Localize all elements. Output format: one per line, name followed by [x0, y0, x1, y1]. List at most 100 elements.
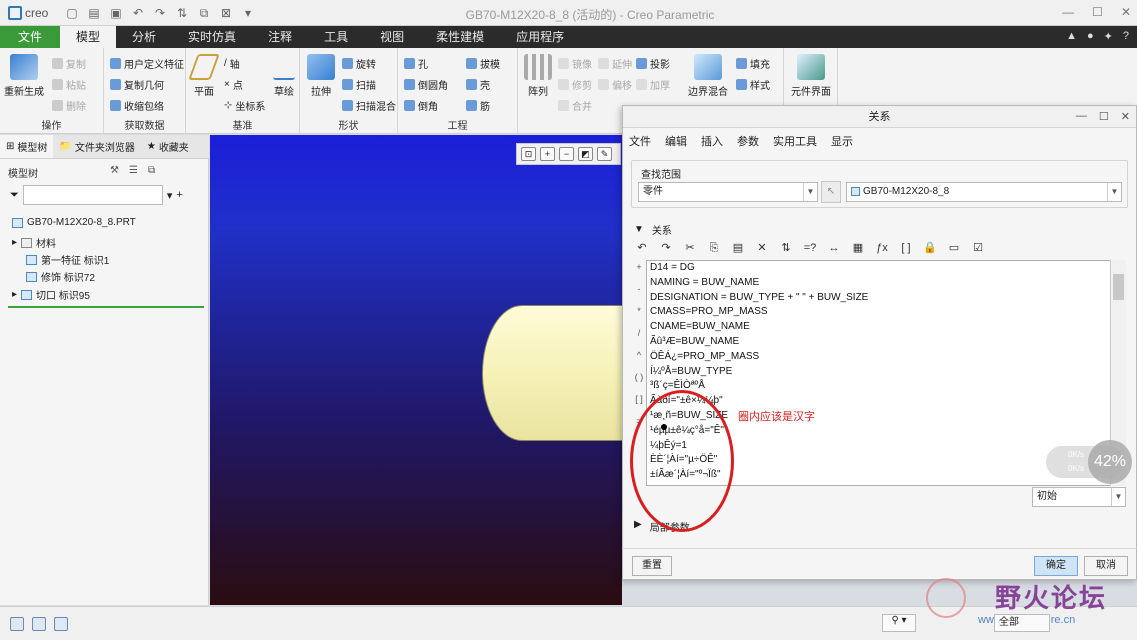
copy-geometry-button[interactable]: 复制几何 — [110, 77, 164, 92]
find-button[interactable]: ⚲ ▾ — [882, 614, 916, 632]
op-minus[interactable]: - — [634, 284, 644, 294]
cut-icon[interactable]: ✂ — [682, 240, 698, 256]
tab-model[interactable]: 模型 — [60, 26, 117, 48]
selection-filter-select[interactable]: 全部 — [994, 614, 1050, 632]
user-feature-button[interactable]: 用户定义特征 — [110, 56, 184, 71]
op-plus[interactable]: + — [634, 262, 644, 272]
tab-analysis[interactable]: 分析 — [116, 26, 172, 48]
expand-icon[interactable]: ▸ — [12, 289, 17, 300]
undo-icon[interactable]: ↶ — [130, 6, 146, 20]
tab-tools[interactable]: 工具 — [308, 26, 364, 48]
tree-item-root[interactable]: GB70-M12X20-8_8.PRT — [12, 217, 136, 228]
scope-type-select[interactable]: 零件 ▼ — [638, 182, 818, 202]
parameter-icon[interactable]: [ ] — [898, 240, 914, 256]
reset-button[interactable]: 重置 — [632, 556, 672, 576]
op-parens[interactable]: ( ) — [634, 372, 644, 382]
add-icon[interactable]: + — [176, 189, 182, 201]
axis-button[interactable]: / 轴 — [224, 56, 240, 71]
sketch-button[interactable]: 草绘 — [270, 54, 298, 98]
select-model-button[interactable]: ↖ — [821, 181, 841, 203]
revolve-button[interactable]: 旋转 — [342, 56, 376, 71]
funnel-icon[interactable]: ⏷ — [10, 189, 19, 202]
help-icon[interactable]: ? — [1123, 30, 1129, 43]
shrinkwrap-button[interactable]: 收缩包络 — [110, 98, 164, 113]
shell-button[interactable]: 壳 — [466, 77, 490, 92]
collapse-ribbon-icon[interactable]: ▲ — [1066, 30, 1077, 43]
tab-flexible-modeling[interactable]: 柔性建模 — [420, 26, 500, 48]
op-divide[interactable]: / — [634, 328, 644, 338]
menu-utilities[interactable]: 实用工具 — [773, 133, 817, 149]
swept-blend-button[interactable]: 扫描混合 — [342, 98, 396, 113]
copy-icon[interactable]: ⎘ — [706, 240, 722, 256]
check-icon[interactable]: ☑ — [970, 240, 986, 256]
dropdown-icon[interactable]: ▾ — [167, 189, 173, 202]
expand-icon[interactable]: ▸ — [12, 237, 17, 248]
close-icon[interactable]: ✕ — [1121, 5, 1131, 19]
repaint-icon[interactable]: ◩ — [578, 147, 593, 161]
zoom-out-icon[interactable]: − — [559, 147, 574, 161]
dialog-minimize-icon[interactable]: — — [1076, 110, 1087, 123]
menu-insert[interactable]: 插入 — [701, 133, 723, 149]
net-speed-percent[interactable]: 42% — [1088, 440, 1132, 484]
op-multiply[interactable]: * — [634, 306, 644, 316]
menu-edit[interactable]: 编辑 — [665, 133, 687, 149]
user-icon[interactable]: ● — [1087, 30, 1094, 43]
offset-button[interactable]: 偏移 — [598, 77, 632, 92]
menu-show[interactable]: 显示 — [831, 133, 853, 149]
cylinder-model[interactable] — [482, 305, 622, 441]
delete-button[interactable]: 删除 — [52, 98, 86, 113]
measure-icon[interactable]: ↔ — [826, 240, 842, 256]
tree-show-icon[interactable]: ☰ — [129, 165, 138, 176]
menu-file[interactable]: 文件 — [629, 133, 651, 149]
graphics-viewport[interactable] — [210, 135, 622, 605]
extend-button[interactable]: 延伸 — [598, 56, 632, 71]
tree-settings-icon[interactable]: ⚒ — [110, 165, 119, 176]
initial-select[interactable]: 初始 ▼ — [1032, 487, 1126, 507]
function-icon[interactable]: ƒx — [874, 240, 890, 256]
tab-live-simulation[interactable]: 实时仿真 — [172, 26, 252, 48]
tab-folder-browser[interactable]: 📁 文件夹浏览器 — [53, 135, 140, 158]
component-interface-button[interactable]: 元件界面 — [788, 54, 834, 98]
paste-icon[interactable]: ▤ — [730, 240, 746, 256]
verify-icon[interactable]: =? — [802, 240, 818, 256]
tree-filter-icon[interactable]: ⧉ — [148, 165, 155, 176]
rib-button[interactable]: 筋 — [466, 98, 490, 113]
customize-icon[interactable]: ▾ — [240, 6, 256, 20]
hole-button[interactable]: 孔 — [404, 56, 428, 71]
status-tree-icon[interactable] — [10, 617, 24, 631]
settings-icon[interactable]: ✦ — [1104, 30, 1113, 43]
draft-button[interactable]: 拔模 — [466, 56, 500, 71]
zoom-in-icon[interactable]: + — [540, 147, 555, 161]
close-window-icon[interactable]: ⊠ — [218, 6, 234, 20]
display-icon[interactable]: ▭ — [946, 240, 962, 256]
lock-icon[interactable]: 🔒 — [922, 240, 938, 256]
tree-item-first-feature[interactable]: 第一特征 标识1 — [26, 252, 109, 267]
copy-button[interactable]: 复制 — [52, 56, 86, 71]
new-icon[interactable]: ▢ — [64, 6, 80, 20]
menu-parameters[interactable]: 参数 — [737, 133, 759, 149]
open-icon[interactable]: ▤ — [86, 6, 102, 20]
pattern-button[interactable]: 阵列 — [524, 54, 552, 98]
tab-annotate[interactable]: 注释 — [252, 26, 308, 48]
round-button[interactable]: 倒圆角 — [404, 77, 448, 92]
save-icon[interactable]: ▣ — [108, 6, 124, 20]
status-full-screen-icon[interactable] — [54, 617, 68, 631]
thicken-button[interactable]: 加厚 — [636, 77, 670, 92]
chamfer-button[interactable]: 倒角 — [404, 98, 438, 113]
minimize-icon[interactable]: — — [1062, 5, 1074, 19]
regenerate-button[interactable]: 重新生成 — [4, 54, 44, 98]
redo-icon[interactable]: ↷ — [152, 6, 168, 20]
point-button[interactable]: × 点 — [224, 77, 243, 92]
plane-button[interactable]: 平面 — [188, 54, 220, 98]
windows-icon[interactable]: ⧉ — [196, 6, 212, 21]
tab-file[interactable]: 文件 — [0, 26, 61, 48]
boundary-blend-button[interactable]: 边界混合 — [688, 54, 728, 98]
cancel-button[interactable]: 取消 — [1084, 556, 1128, 576]
delete-icon[interactable]: ✕ — [754, 240, 770, 256]
tab-view[interactable]: 视图 — [364, 26, 420, 48]
dialog-close-icon[interactable]: ✕ — [1121, 110, 1130, 123]
evaluate-icon[interactable]: ▦ — [850, 240, 866, 256]
scrollbar-thumb[interactable] — [1113, 274, 1124, 300]
style-button[interactable]: 样式 — [736, 77, 770, 92]
extrude-button[interactable]: 拉伸 — [306, 54, 336, 98]
